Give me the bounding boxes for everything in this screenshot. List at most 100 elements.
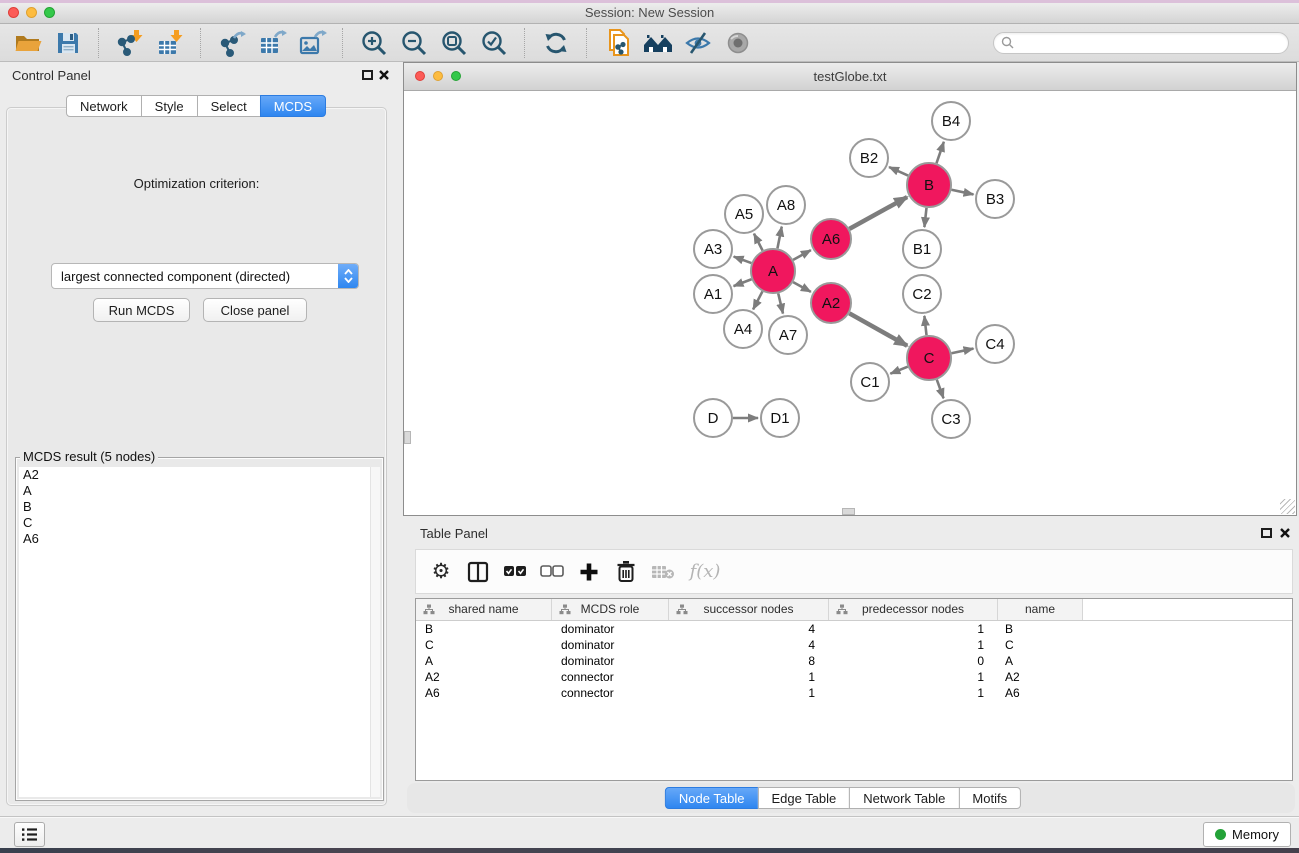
graph-node-A3[interactable]: A3 [694, 230, 732, 268]
graph-node-A5[interactable]: A5 [725, 195, 763, 233]
graph-node-A1[interactable]: A1 [694, 275, 732, 313]
close-panel-icon[interactable] [378, 69, 390, 81]
float-panel-icon[interactable] [1261, 528, 1272, 538]
create-column-button[interactable] [574, 556, 604, 588]
graph-edge-A-A6[interactable] [793, 250, 811, 260]
delete-column-button[interactable] [611, 556, 641, 588]
table-row[interactable]: A6connector11A6 [416, 685, 1292, 701]
graph-edge-A-A1[interactable] [734, 279, 752, 286]
graph-node-B4[interactable]: B4 [932, 102, 970, 140]
graph-edge-A2-C[interactable] [849, 313, 907, 345]
houses-button[interactable] [640, 27, 676, 59]
mcds-result-item[interactable]: A6 [19, 531, 380, 547]
column-header-shared-name[interactable]: shared name [416, 599, 552, 620]
close-panel-icon[interactable] [1279, 527, 1291, 539]
graph-edge-B-B2[interactable] [889, 167, 908, 176]
zoom-out-button[interactable] [396, 27, 432, 59]
graph-node-B2[interactable]: B2 [850, 139, 888, 177]
import-table-button[interactable] [152, 27, 188, 59]
graph-edge-A-A3[interactable] [734, 257, 752, 264]
import-network-button[interactable] [112, 27, 148, 59]
tab-node-table[interactable]: Node Table [665, 787, 759, 809]
graph-edge-A-A8[interactable] [777, 227, 781, 249]
search-field[interactable] [993, 32, 1289, 54]
mcds-result-item[interactable]: C [19, 515, 380, 531]
close-traffic-light[interactable] [8, 7, 19, 18]
refresh-button[interactable] [538, 27, 574, 59]
mcds-result-list[interactable]: A2ABCA6 [19, 467, 380, 797]
graph-edge-B-B1[interactable] [924, 208, 926, 227]
save-session-button[interactable] [50, 27, 86, 59]
graph-node-C2[interactable]: C2 [903, 275, 941, 313]
graph-node-A7[interactable]: A7 [769, 316, 807, 354]
zoom-selected-button[interactable] [476, 27, 512, 59]
graph-node-C3[interactable]: C3 [932, 400, 970, 438]
zoom-traffic-light[interactable] [451, 71, 461, 81]
graph-edge-A-A7[interactable] [778, 293, 783, 313]
tab-mcds[interactable]: MCDS [260, 95, 326, 117]
resize-grip[interactable] [1280, 499, 1295, 514]
graph-node-A8[interactable]: A8 [767, 186, 805, 224]
minimize-traffic-light[interactable] [26, 7, 37, 18]
tab-edge-table[interactable]: Edge Table [757, 787, 850, 809]
mcds-result-item[interactable]: A [19, 483, 380, 499]
mcds-result-item[interactable]: A2 [19, 467, 380, 483]
graph-edge-C-C1[interactable] [890, 367, 907, 374]
result-scrollbar[interactable] [370, 467, 380, 797]
graph-node-B3[interactable]: B3 [976, 180, 1014, 218]
graph-edge-A6-B[interactable] [849, 197, 907, 229]
deselect-all-button[interactable] [537, 556, 567, 588]
graph-node-C4[interactable]: C4 [976, 325, 1014, 363]
select-all-button[interactable] [500, 556, 530, 588]
graph-edge-B-B4[interactable] [936, 142, 943, 163]
column-header-predecessor-nodes[interactable]: predecessor nodes [829, 599, 998, 620]
table-row[interactable]: A2connector11A2 [416, 669, 1292, 685]
graph-edge-C-C4[interactable] [951, 349, 973, 354]
show-panels-button[interactable] [14, 822, 45, 847]
tab-network[interactable]: Network [66, 95, 142, 117]
column-header-name[interactable]: name [998, 599, 1083, 620]
tab-style[interactable]: Style [141, 95, 198, 117]
graph-node-A4[interactable]: A4 [724, 310, 762, 348]
table-settings-button[interactable]: ⚙ [426, 556, 456, 588]
minimize-traffic-light[interactable] [433, 71, 443, 81]
network-from-selection-button[interactable] [600, 27, 636, 59]
graph-node-B1[interactable]: B1 [903, 230, 941, 268]
table-row[interactable]: Adominator80A [416, 653, 1292, 669]
vertical-scroll-thumb[interactable] [404, 431, 411, 444]
graph-edge-A-A4[interactable] [753, 291, 762, 309]
graph-edge-A-A2[interactable] [793, 282, 811, 292]
column-visibility-button[interactable] [463, 556, 493, 588]
graph-edge-C-C2[interactable] [924, 316, 926, 335]
graph-node-D1[interactable]: D1 [761, 399, 799, 437]
column-header-successor-nodes[interactable]: successor nodes [669, 599, 829, 620]
column-header-mcds-role[interactable]: MCDS role [552, 599, 669, 620]
table-row[interactable]: Cdominator41C [416, 637, 1292, 653]
mcds-result-item[interactable]: B [19, 499, 380, 515]
function-builder-button[interactable]: f(x) [685, 556, 725, 588]
criterion-dropdown[interactable]: largest connected component (directed) [51, 263, 359, 289]
graph-node-A6[interactable]: A6 [811, 219, 851, 259]
graph-node-B[interactable]: B [907, 163, 951, 207]
graph-node-D[interactable]: D [694, 399, 732, 437]
zoom-fit-button[interactable] [436, 27, 472, 59]
close-traffic-light[interactable] [415, 71, 425, 81]
export-image-button[interactable] [294, 27, 330, 59]
delete-table-button[interactable] [648, 556, 678, 588]
table-row[interactable]: Bdominator41B [416, 621, 1292, 637]
graph-edge-A-A5[interactable] [754, 234, 763, 251]
network-canvas[interactable]: B4B2BB3A8A5A6A3B1AA1C2A2A4A7C4CC1C3DD1 [404, 91, 1296, 515]
graph-node-C1[interactable]: C1 [851, 363, 889, 401]
tab-select[interactable]: Select [197, 95, 261, 117]
float-panel-icon[interactable] [362, 70, 373, 80]
graph-node-A2[interactable]: A2 [811, 283, 851, 323]
show-graphics-details-button[interactable] [720, 27, 756, 59]
close-panel-button[interactable]: Close panel [203, 298, 307, 322]
hide-graphics-details-button[interactable] [680, 27, 716, 59]
tab-motifs[interactable]: Motifs [958, 787, 1021, 809]
graph-node-A[interactable]: A [751, 249, 795, 293]
graph-edge-B-B3[interactable] [951, 190, 973, 195]
run-mcds-button[interactable]: Run MCDS [93, 298, 190, 322]
export-network-button[interactable] [214, 27, 250, 59]
memory-button[interactable]: Memory [1203, 822, 1291, 847]
